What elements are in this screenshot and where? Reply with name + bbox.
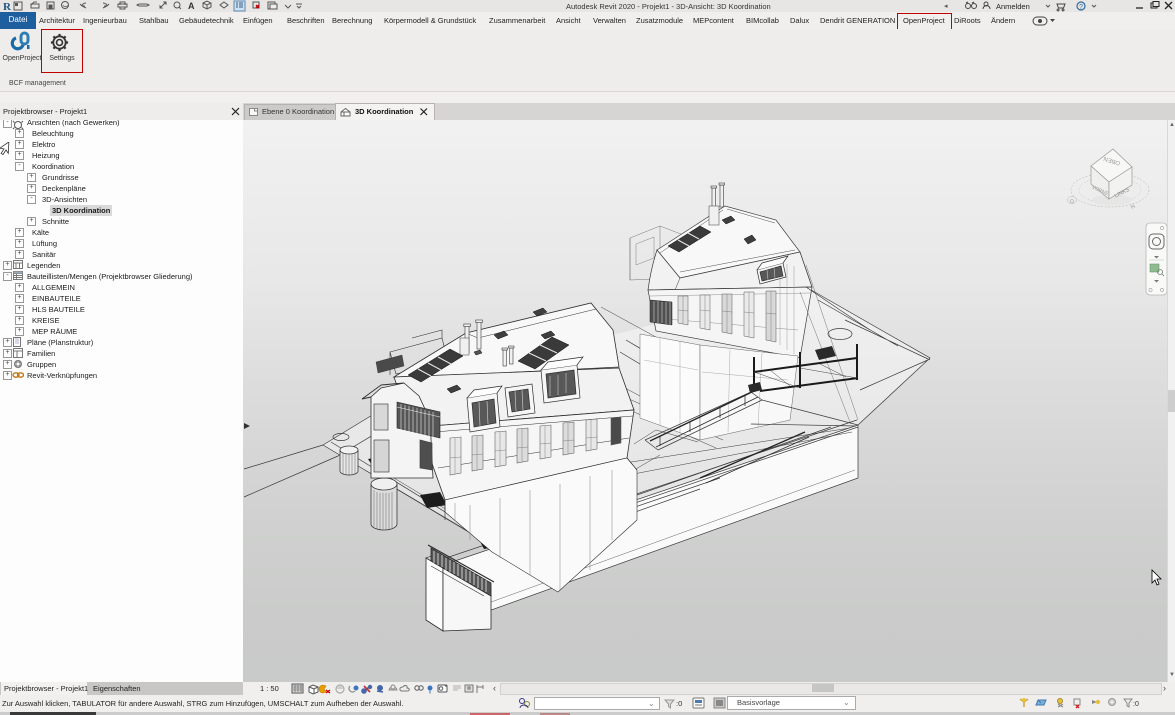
svg-text:N: N (1130, 204, 1137, 211)
svg-text:◂: ◂ (944, 3, 948, 10)
svg-text:Anmelden: Anmelden (996, 2, 1030, 11)
svg-text:Autodesk Revit 2020 - Projekt1: Autodesk Revit 2020 - Projekt1 - 3D-Ansi… (566, 2, 771, 11)
svg-text::0: :0 (1133, 701, 1139, 708)
svg-text:R: R (3, 1, 12, 12)
svg-text:?: ? (1079, 4, 1083, 11)
svg-text:A: A (188, 1, 195, 11)
svg-text:O: O (1068, 198, 1075, 206)
